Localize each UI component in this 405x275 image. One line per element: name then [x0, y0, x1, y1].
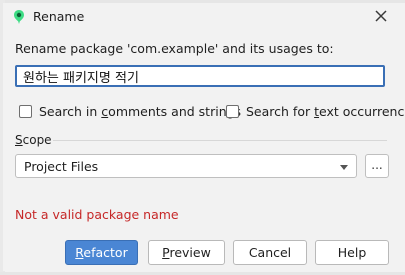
- refactor-button[interactable]: Refactor: [65, 240, 138, 265]
- android-studio-icon: [11, 9, 27, 25]
- title-bar: Rename: [3, 3, 402, 31]
- help-button[interactable]: Help: [315, 240, 389, 265]
- chevron-down-icon: [338, 161, 350, 173]
- dialog-title: Rename: [33, 9, 85, 24]
- validation-error-message: Not a valid package name: [15, 207, 179, 222]
- new-package-name-input[interactable]: [15, 65, 385, 87]
- cancel-button[interactable]: Cancel: [233, 240, 307, 265]
- rename-prompt-label: Rename package 'com.example' and its usa…: [15, 41, 334, 56]
- scope-browse-button[interactable]: ...: [365, 154, 389, 178]
- search-text-label[interactable]: Search for text occurrences: [246, 104, 405, 119]
- search-comments-checkbox[interactable]: [19, 105, 32, 118]
- scope-label: Scope: [15, 133, 52, 147]
- scope-separator: [53, 140, 387, 141]
- rename-dialog: Rename Rename package 'com.example' and …: [3, 3, 405, 271]
- scope-dropdown[interactable]: Project Files: [15, 154, 357, 178]
- search-text-option[interactable]: Search for text occurrences: [226, 104, 405, 119]
- search-comments-label[interactable]: Search in comments and strings: [39, 104, 241, 119]
- preview-button[interactable]: Preview: [148, 240, 225, 265]
- search-text-checkbox[interactable]: [226, 105, 239, 118]
- scope-selected-value: Project Files: [24, 159, 99, 174]
- close-icon[interactable]: [372, 7, 390, 25]
- search-comments-option[interactable]: Search in comments and strings: [19, 104, 241, 119]
